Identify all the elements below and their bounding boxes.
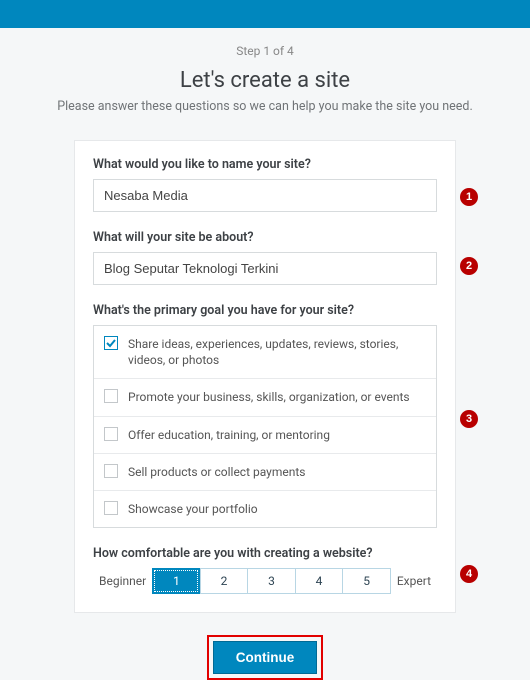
checkbox-icon: [104, 464, 118, 478]
checkbox-icon: [104, 336, 118, 350]
site-goal-section: What's the primary goal you have for you…: [93, 303, 437, 528]
comfort-level-button[interactable]: 3: [247, 568, 295, 594]
goal-option-label: Share ideas, experiences, updates, revie…: [128, 336, 426, 368]
checkbox-icon: [104, 389, 118, 403]
top-bar: [0, 0, 530, 28]
goal-options: Share ideas, experiences, updates, revie…: [93, 325, 437, 528]
annotation-badge-3: 3: [460, 410, 478, 428]
comfort-level-button[interactable]: 4: [295, 568, 343, 594]
page-title: Let's create a site: [0, 68, 530, 93]
comfort-max-label: Expert: [391, 574, 437, 588]
annotation-badge-1: 1: [460, 188, 478, 206]
comfort-level-button[interactable]: 2: [200, 568, 248, 594]
goal-option[interactable]: Offer education, training, or mentoring: [94, 417, 436, 454]
comfort-section: How comfortable are you with creating a …: [93, 546, 437, 594]
page-subtitle: Please answer these questions so we can …: [0, 99, 530, 114]
comfort-level-button[interactable]: 5: [342, 568, 391, 594]
goal-option-label: Showcase your portfolio: [128, 501, 258, 517]
continue-highlight: Continue: [207, 635, 324, 680]
site-about-label: What will your site be about?: [93, 230, 437, 245]
site-name-input[interactable]: [93, 179, 437, 212]
site-name-section: What would you like to name your site?: [93, 157, 437, 212]
site-name-label: What would you like to name your site?: [93, 157, 437, 172]
checkbox-icon: [104, 427, 118, 441]
site-about-section: What will your site be about?: [93, 230, 437, 285]
annotation-badge-2: 2: [460, 257, 478, 275]
annotation-badge-4: 4: [460, 565, 478, 583]
goal-option[interactable]: Sell products or collect payments: [94, 454, 436, 491]
form-card: What would you like to name your site? W…: [74, 140, 456, 613]
comfort-min-label: Beginner: [93, 574, 152, 588]
site-about-input[interactable]: [93, 252, 437, 285]
goal-option[interactable]: Share ideas, experiences, updates, revie…: [94, 326, 436, 379]
goal-option-label: Promote your business, skills, organizat…: [128, 389, 410, 405]
checkbox-icon: [104, 501, 118, 515]
goal-option-label: Sell products or collect payments: [128, 464, 305, 480]
comfort-label: How comfortable are you with creating a …: [93, 546, 437, 561]
comfort-level-button[interactable]: 1: [152, 568, 200, 594]
site-goal-label: What's the primary goal you have for you…: [93, 303, 437, 318]
goal-option[interactable]: Promote your business, skills, organizat…: [94, 379, 436, 416]
comfort-scale: 12345: [152, 568, 391, 594]
goal-option-label: Offer education, training, or mentoring: [128, 427, 330, 443]
goal-option[interactable]: Showcase your portfolio: [94, 491, 436, 527]
continue-button[interactable]: Continue: [213, 641, 318, 674]
step-indicator: Step 1 of 4: [0, 44, 530, 58]
